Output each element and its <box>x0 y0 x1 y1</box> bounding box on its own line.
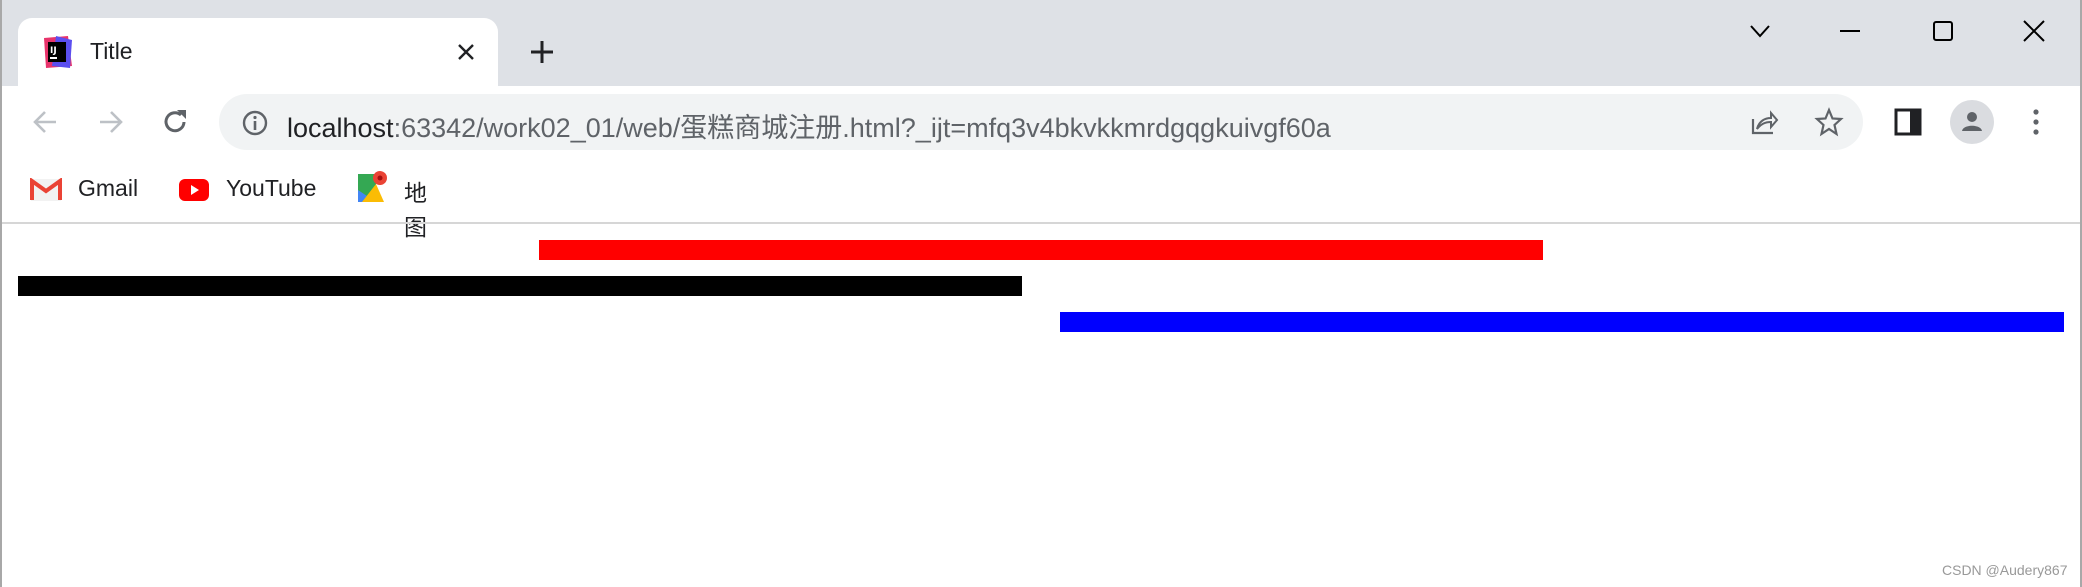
maximize-icon[interactable] <box>1932 20 1954 42</box>
minimize-icon[interactable] <box>1838 20 1862 42</box>
bookmark-label: 地图 <box>404 180 427 240</box>
tab-title: Title <box>90 38 133 64</box>
new-tab-button[interactable] <box>528 38 556 66</box>
reload-icon[interactable] <box>159 106 191 138</box>
black-bar <box>18 276 1022 296</box>
youtube-icon <box>179 179 209 201</box>
star-icon[interactable] <box>1814 107 1844 137</box>
avatar[interactable] <box>1950 100 1994 144</box>
tab-active[interactable]: IJ Title <box>18 18 498 86</box>
red-bar <box>539 240 1543 260</box>
gmail-icon <box>30 178 62 201</box>
close-icon[interactable] <box>2022 19 2046 43</box>
bookmark-label: Gmail <box>78 175 139 201</box>
toolbar-divider <box>0 222 2082 224</box>
url-text[interactable]: localhost:63342/work02_01/web/蛋糕商城注册.htm… <box>287 106 1331 145</box>
menu-icon[interactable] <box>2026 106 2046 138</box>
watermark: CSDN @Audery867 <box>1942 562 2068 578</box>
url-path: :63342/work02_01/web/蛋糕商城注册.html?_ijt=mf… <box>393 113 1331 143</box>
forward-icon[interactable] <box>94 106 126 138</box>
url-host: localhost <box>287 113 394 143</box>
info-icon[interactable] <box>241 109 269 137</box>
back-icon[interactable] <box>30 106 62 138</box>
tab-strip: IJ Title <box>0 0 2082 86</box>
share-icon[interactable] <box>1749 107 1779 137</box>
address-bar[interactable]: localhost:63342/work02_01/web/蛋糕商城注册.htm… <box>219 94 1863 150</box>
toolbar: localhost:63342/work02_01/web/蛋糕商城注册.htm… <box>0 86 2082 240</box>
side-panel-icon[interactable] <box>1894 108 1922 136</box>
chevron-down-icon[interactable] <box>1748 20 1772 42</box>
svg-text:IJ: IJ <box>50 46 57 56</box>
maps-icon <box>358 171 387 202</box>
blue-bar <box>1060 312 2064 332</box>
bookmark-label: YouTube <box>226 175 317 201</box>
intellij-icon: IJ <box>42 36 72 68</box>
tab-close-icon[interactable] <box>454 40 478 64</box>
